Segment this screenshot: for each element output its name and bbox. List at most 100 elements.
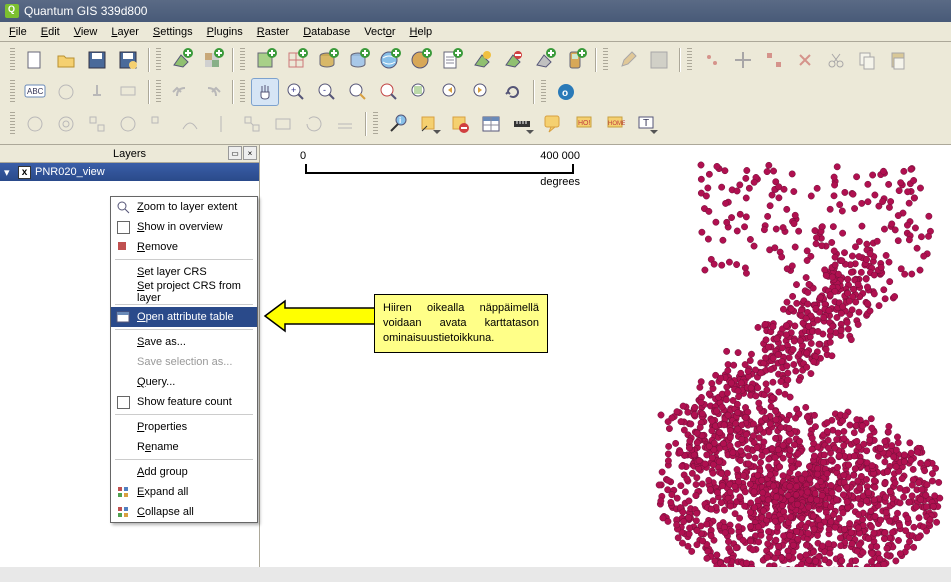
map-canvas[interactable]: 0 400 000 degrees <box>260 145 951 567</box>
cut-button[interactable] <box>822 46 850 74</box>
grip-icon[interactable] <box>687 48 692 72</box>
add-ring-button[interactable] <box>52 110 80 138</box>
cm-show-feature-count[interactable]: Show feature count <box>111 392 257 412</box>
move-feature-button[interactable] <box>729 46 757 74</box>
grip-icon[interactable] <box>10 112 15 136</box>
rotate-button[interactable] <box>300 110 328 138</box>
cm-save-as[interactable]: Save as... <box>111 332 257 352</box>
open-project-button[interactable] <box>52 46 80 74</box>
zoom-selection-button[interactable] <box>375 78 403 106</box>
menu-plugins[interactable]: Plugins <box>200 24 250 40</box>
zoom-last-button[interactable] <box>437 78 465 106</box>
cm-set-project-crs[interactable]: Set project CRS from layer <box>111 282 257 302</box>
cm-remove[interactable]: Remove <box>111 237 257 257</box>
menu-raster[interactable]: Raster <box>250 24 296 40</box>
osm-button[interactable]: o <box>552 78 580 106</box>
cm-rename[interactable]: Rename <box>111 437 257 457</box>
cm-open-attribute-table[interactable]: Open attribute table <box>111 307 257 327</box>
grip-icon[interactable] <box>10 48 15 72</box>
bookmarks-button[interactable]: HOME <box>601 110 629 138</box>
layer-checkbox[interactable]: x <box>18 166 31 179</box>
add-csv-button[interactable] <box>437 46 465 74</box>
measure-button[interactable] <box>508 110 536 138</box>
grip-icon[interactable] <box>10 80 15 104</box>
delete-button[interactable] <box>791 46 819 74</box>
grip-icon[interactable] <box>156 48 161 72</box>
reshape-button[interactable] <box>176 110 204 138</box>
add-postgis-button[interactable] <box>313 46 341 74</box>
grip-icon[interactable] <box>373 112 378 136</box>
text-annotation-button[interactable]: T <box>632 110 660 138</box>
attribute-table-button[interactable] <box>477 110 505 138</box>
zoom-layer-button[interactable] <box>406 78 434 106</box>
layer-item[interactable]: ▾ x PNR020_view <box>0 163 259 181</box>
deselect-button[interactable] <box>446 110 474 138</box>
cm-collapse-all[interactable]: Collapse all <box>111 502 257 522</box>
add-part-button[interactable] <box>83 110 111 138</box>
select-button[interactable] <box>415 110 443 138</box>
save-edits-button[interactable] <box>645 46 673 74</box>
close-panel-button[interactable]: × <box>243 146 257 160</box>
save-as-button[interactable] <box>114 46 142 74</box>
grip-icon[interactable] <box>156 80 161 104</box>
add-grid-button[interactable] <box>282 46 310 74</box>
new-vector-button[interactable] <box>468 46 496 74</box>
offset-button[interactable] <box>331 110 359 138</box>
label-button[interactable]: ABC <box>21 78 49 106</box>
cm-show-overview[interactable]: Show in overview <box>111 217 257 237</box>
add-gps-button[interactable] <box>561 46 589 74</box>
map-tips-button[interactable] <box>539 110 567 138</box>
menu-database[interactable]: Database <box>296 24 357 40</box>
new-project-button[interactable] <box>21 46 49 74</box>
zoom-in-button[interactable]: + <box>282 78 310 106</box>
refresh-button[interactable] <box>499 78 527 106</box>
pan-button[interactable] <box>251 78 279 106</box>
identify-button[interactable]: i <box>384 110 412 138</box>
redo-button[interactable] <box>198 78 226 106</box>
add-raster-layer-button[interactable] <box>251 46 279 74</box>
dock-button[interactable]: ▭ <box>228 146 242 160</box>
menu-settings[interactable]: Settings <box>146 24 200 40</box>
zoom-full-button[interactable] <box>344 78 372 106</box>
menu-help[interactable]: Help <box>403 24 440 40</box>
grip-icon[interactable] <box>240 48 245 72</box>
zoom-next-button[interactable] <box>468 78 496 106</box>
undo-button[interactable] <box>167 78 195 106</box>
add-wfs-button[interactable] <box>406 46 434 74</box>
paste-button[interactable] <box>884 46 912 74</box>
label-move-button[interactable] <box>114 78 142 106</box>
simplify-button[interactable] <box>21 110 49 138</box>
add-wms-button[interactable] <box>375 46 403 74</box>
new-shapefile-button[interactable] <box>530 46 558 74</box>
grip-icon[interactable] <box>240 80 245 104</box>
zoom-out-button[interactable]: - <box>313 78 341 106</box>
cm-expand-all[interactable]: Expand all <box>111 482 257 502</box>
add-vector-button[interactable] <box>167 46 195 74</box>
add-spatialite-button[interactable] <box>344 46 372 74</box>
label-pin-button[interactable] <box>83 78 111 106</box>
add-point-button[interactable] <box>698 46 726 74</box>
add-raster-button[interactable] <box>198 46 226 74</box>
edit-button[interactable] <box>614 46 642 74</box>
remove-layer-button[interactable] <box>499 46 527 74</box>
save-project-button[interactable] <box>83 46 111 74</box>
delete-ring-button[interactable] <box>114 110 142 138</box>
delete-part-button[interactable] <box>145 110 173 138</box>
menu-edit[interactable]: Edit <box>34 24 67 40</box>
cm-set-layer-crs[interactable]: Set layer CRS <box>111 262 257 282</box>
merge-attr-button[interactable] <box>269 110 297 138</box>
cm-zoom-extent[interactable]: Zoom to layer extent <box>111 197 257 217</box>
grip-icon[interactable] <box>603 48 608 72</box>
menu-vector[interactable]: Vector <box>357 24 402 40</box>
grip-icon[interactable] <box>541 80 546 104</box>
copy-button[interactable] <box>853 46 881 74</box>
merge-button[interactable] <box>238 110 266 138</box>
cm-properties[interactable]: Properties <box>111 417 257 437</box>
cm-add-group[interactable]: Add group <box>111 462 257 482</box>
node-tool-button[interactable] <box>760 46 788 74</box>
split-button[interactable] <box>207 110 235 138</box>
menu-view[interactable]: View <box>67 24 105 40</box>
label-settings-button[interactable] <box>52 78 80 106</box>
cm-query[interactable]: Query... <box>111 372 257 392</box>
menu-file[interactable]: File <box>2 24 34 40</box>
